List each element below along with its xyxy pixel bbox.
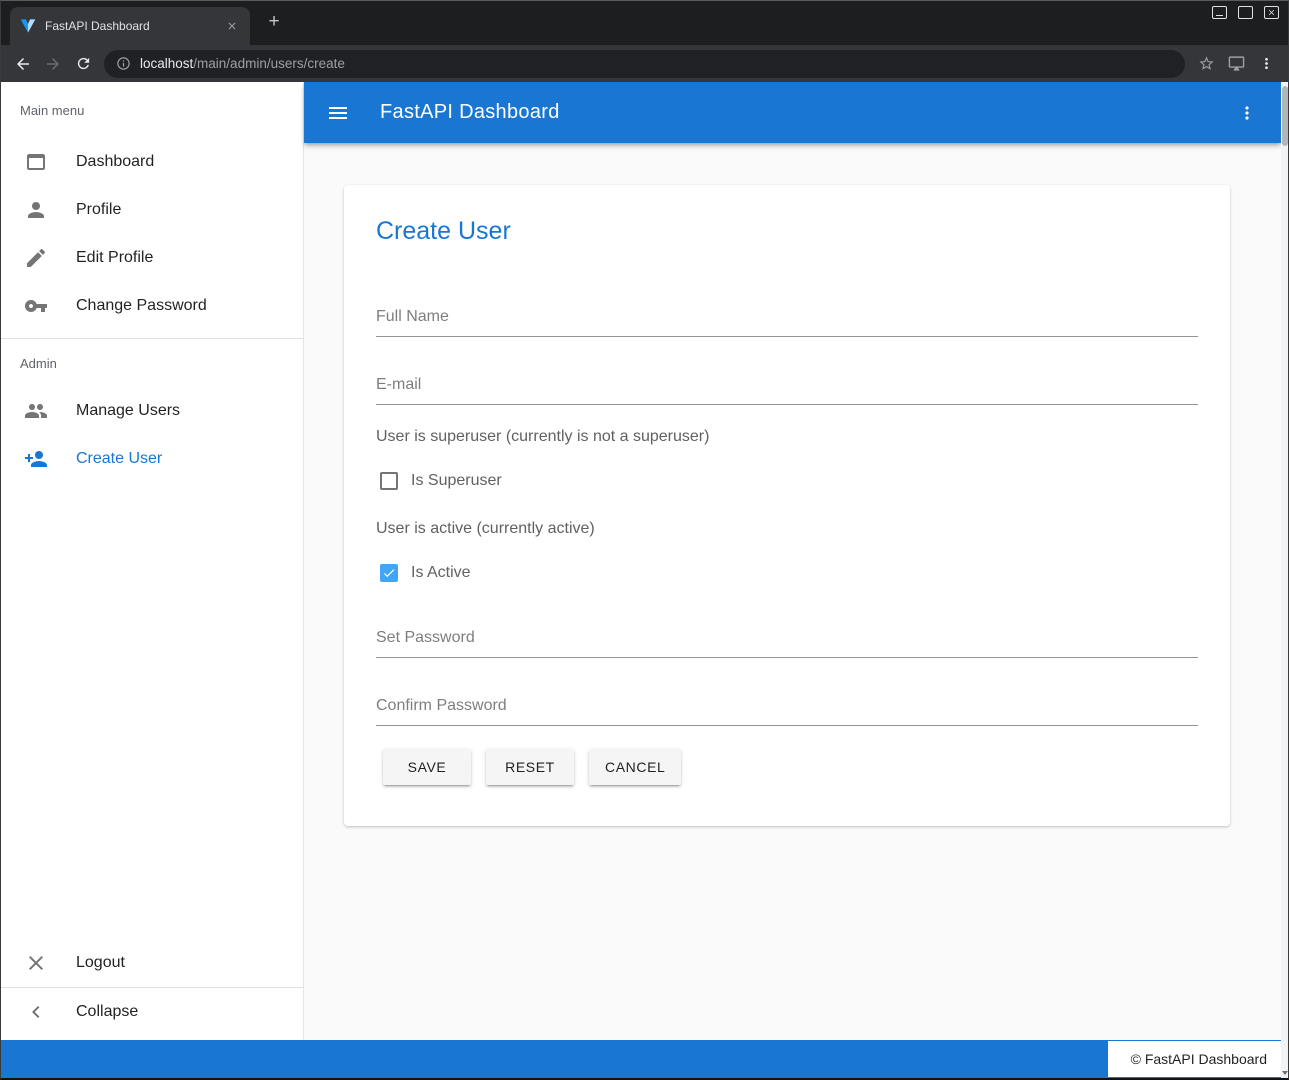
install-app-icon[interactable] bbox=[1221, 50, 1251, 78]
sidebar-item-dashboard[interactable]: Dashboard bbox=[0, 138, 303, 186]
sidebar-item-label: Create User bbox=[76, 450, 162, 468]
is-active-label: Is Active bbox=[411, 564, 471, 582]
reset-button[interactable]: RESET bbox=[486, 749, 574, 785]
is-superuser-checkbox-row[interactable]: Is Superuser bbox=[380, 467, 502, 495]
browser-tab-strip: FastAPI Dashboard + bbox=[0, 0, 1289, 45]
url-host: localhost bbox=[140, 56, 193, 71]
is-superuser-checkbox[interactable] bbox=[380, 472, 398, 490]
email-input[interactable] bbox=[376, 371, 1198, 405]
sidebar-section-admin: Admin bbox=[0, 339, 303, 387]
close-icon bbox=[24, 951, 48, 975]
form-actions: SAVE RESET CANCEL bbox=[383, 749, 681, 785]
copyright: © FastAPI Dashboard bbox=[1108, 1041, 1281, 1077]
confirm-password-field bbox=[376, 692, 1198, 726]
sidebar-item-create-user[interactable]: Create User bbox=[0, 435, 303, 483]
browser-tab[interactable]: FastAPI Dashboard bbox=[10, 7, 250, 45]
vuetify-favicon bbox=[20, 18, 36, 34]
app-footer: © FastAPI Dashboard bbox=[0, 1040, 1281, 1080]
dashboard-icon bbox=[24, 150, 48, 174]
minimize-button[interactable] bbox=[1212, 6, 1227, 19]
set-password-input[interactable] bbox=[376, 624, 1198, 658]
full-name-field bbox=[376, 303, 1198, 337]
pencil-icon bbox=[24, 246, 48, 270]
scrollbar-thumb[interactable] bbox=[1282, 86, 1288, 146]
is-active-checkbox-row[interactable]: Is Active bbox=[380, 559, 471, 587]
appbar-overflow-menu-icon[interactable] bbox=[1229, 95, 1265, 131]
address-bar[interactable]: localhost/main/admin/users/create bbox=[104, 50, 1185, 78]
full-name-input[interactable] bbox=[376, 303, 1198, 337]
new-tab-button[interactable]: + bbox=[262, 11, 286, 35]
browser-toolbar: localhost/main/admin/users/create bbox=[0, 45, 1289, 82]
email-field bbox=[376, 371, 1198, 405]
sidebar-item-edit-profile[interactable]: Edit Profile bbox=[0, 234, 303, 282]
maximize-button[interactable] bbox=[1238, 6, 1253, 19]
back-button[interactable] bbox=[8, 50, 38, 78]
superuser-hint: User is superuser (currently is not a su… bbox=[376, 428, 709, 445]
sidebar-spacer bbox=[0, 483, 303, 939]
save-button[interactable]: SAVE bbox=[383, 749, 471, 785]
set-password-field bbox=[376, 624, 1198, 658]
sidebar-item-label: Change Password bbox=[76, 297, 207, 315]
sidebar: Main menu Dashboard Profile Edit Profile… bbox=[0, 82, 304, 1040]
sidebar-item-label: Profile bbox=[76, 201, 121, 219]
tab-title: FastAPI Dashboard bbox=[45, 19, 224, 33]
chevron-left-icon bbox=[24, 1000, 48, 1024]
sidebar-item-label: Manage Users bbox=[76, 402, 180, 420]
tab-close-icon[interactable] bbox=[224, 18, 240, 34]
window-controls bbox=[1212, 6, 1279, 19]
person-add-icon bbox=[24, 447, 48, 471]
hamburger-menu-icon[interactable] bbox=[320, 95, 356, 131]
close-button[interactable] bbox=[1264, 6, 1279, 19]
page-scrollbar[interactable] bbox=[1281, 82, 1289, 1080]
scroll-down-button[interactable] bbox=[1281, 1066, 1289, 1080]
sidebar-item-label: Dashboard bbox=[76, 153, 154, 171]
bookmark-star-icon[interactable] bbox=[1191, 50, 1221, 78]
app-bar: FastAPI Dashboard bbox=[304, 82, 1281, 143]
is-superuser-label: Is Superuser bbox=[411, 472, 502, 490]
url-path: /main/admin/users/create bbox=[193, 56, 345, 71]
confirm-password-input[interactable] bbox=[376, 692, 1198, 726]
forward-button[interactable] bbox=[38, 50, 68, 78]
sidebar-section-main-menu: Main menu bbox=[0, 82, 303, 138]
sidebar-item-manage-users[interactable]: Manage Users bbox=[0, 387, 303, 435]
sidebar-item-label: Edit Profile bbox=[76, 249, 153, 267]
key-icon bbox=[24, 294, 48, 318]
reload-button[interactable] bbox=[68, 50, 98, 78]
active-hint: User is active (currently active) bbox=[376, 520, 595, 537]
sidebar-item-label: Collapse bbox=[76, 1003, 138, 1021]
browser-menu-icon[interactable] bbox=[1251, 50, 1281, 78]
sidebar-item-logout[interactable]: Logout bbox=[0, 939, 303, 987]
sidebar-item-label: Logout bbox=[76, 954, 125, 972]
sidebar-item-change-password[interactable]: Change Password bbox=[0, 282, 303, 330]
create-user-card: Create User User is superuser (currently… bbox=[344, 185, 1230, 826]
page-title: Create User bbox=[376, 213, 511, 249]
is-active-checkbox[interactable] bbox=[380, 564, 398, 582]
app-title: FastAPI Dashboard bbox=[380, 101, 560, 124]
person-icon bbox=[24, 198, 48, 222]
url-text: localhost/main/admin/users/create bbox=[140, 56, 345, 71]
people-icon bbox=[24, 399, 48, 423]
site-info-icon[interactable] bbox=[116, 56, 131, 71]
main-content: Create User User is superuser (currently… bbox=[304, 143, 1281, 1040]
cancel-button[interactable]: CANCEL bbox=[589, 749, 681, 785]
check-icon bbox=[382, 566, 396, 580]
sidebar-item-collapse[interactable]: Collapse bbox=[0, 988, 303, 1036]
sidebar-item-profile[interactable]: Profile bbox=[0, 186, 303, 234]
